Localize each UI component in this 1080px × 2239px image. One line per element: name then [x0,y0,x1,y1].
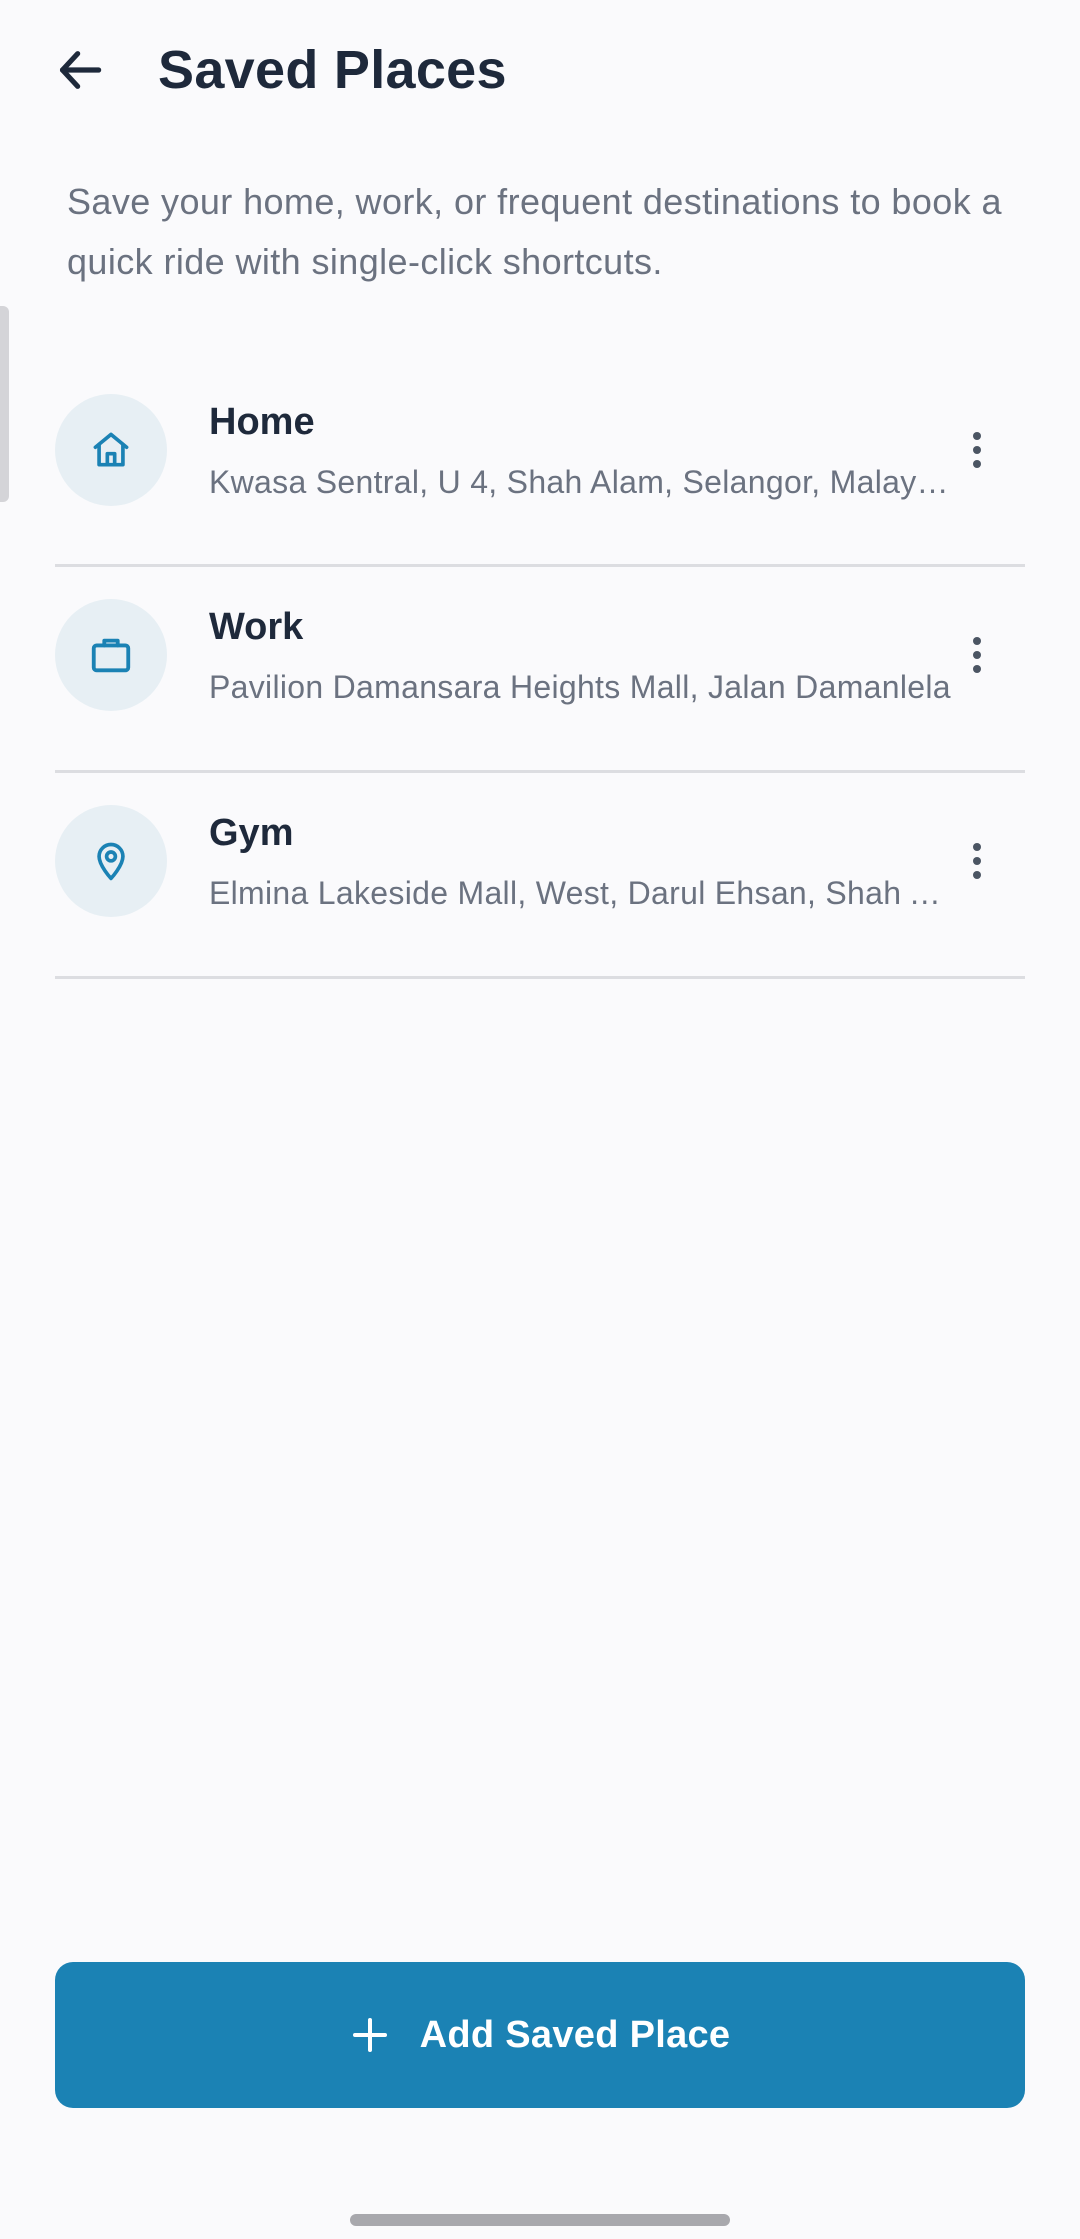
briefcase-icon [91,638,131,673]
back-button[interactable] [40,30,120,110]
more-options-button[interactable] [949,408,1005,492]
saved-place-gym[interactable]: Gym Elmina Lakeside Mall, West, Darul Eh… [55,773,1025,979]
header: Saved Places [0,0,1080,140]
place-name: Home [209,401,315,443]
place-name: Gym [209,812,294,854]
place-icon-container [55,805,167,917]
saved-places-list: Home Kwasa Sentral, U 4, Shah Alam, Sela… [55,362,1025,979]
more-options-button[interactable] [949,613,1005,697]
plus-icon [352,2018,387,2052]
saved-place-work[interactable]: Work Pavilion Damansara Heights Mall, Ja… [55,567,1025,773]
more-vertical-icon [973,637,981,645]
saved-place-home[interactable]: Home Kwasa Sentral, U 4, Shah Alam, Sela… [55,362,1025,567]
location-pin-icon [97,842,125,881]
arrow-left-icon [59,51,102,89]
home-icon [93,432,129,467]
add-saved-place-label: Add Saved Place [419,2013,731,2056]
place-name: Work [209,606,304,648]
gesture-home-indicator[interactable] [350,2214,730,2226]
place-address: Pavilion Damansara Heights Mall, Jalan D… [209,669,951,705]
place-icon-container [55,599,167,711]
edge-panel-handle[interactable] [0,306,9,502]
place-address: Elmina Lakeside Mall, West, Darul Ehsan,… [209,875,954,911]
more-vertical-icon [973,432,981,440]
place-address: Kwasa Sentral, U 4, Shah Alam, Selangor,… [209,464,954,500]
page-description: Save your home, work, or frequent destin… [67,181,1002,282]
place-icon-container [55,394,167,506]
more-options-button[interactable] [949,819,1005,903]
page-title: Saved Places [158,40,507,100]
add-saved-place-button[interactable]: Add Saved Place [55,1962,1025,2108]
more-vertical-icon [973,843,981,851]
